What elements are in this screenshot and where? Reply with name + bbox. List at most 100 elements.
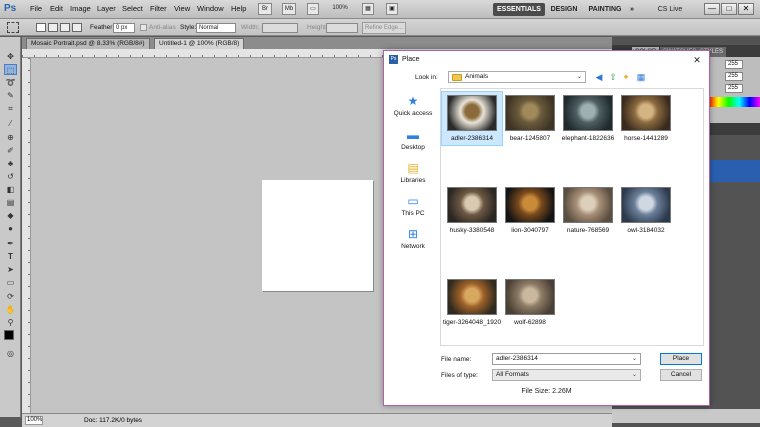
intersect-selection-icon[interactable] — [72, 23, 82, 32]
menu-select[interactable]: Select — [122, 4, 143, 13]
file-item[interactable]: nature-768569 — [558, 184, 618, 237]
hand-tool-icon[interactable]: ✋ — [4, 304, 17, 315]
file-name-value: adler-2386314 — [496, 355, 538, 362]
file-item[interactable]: lion-3040797 — [500, 184, 560, 237]
file-thumbnail — [447, 279, 497, 315]
menu-layer[interactable]: Layer — [97, 4, 116, 13]
place-desktop[interactable]: ▬ Desktop — [388, 128, 438, 151]
file-name-input[interactable]: adler-2386314 ⌄ — [492, 353, 641, 365]
file-item[interactable]: tiger-3264048_1920 — [442, 276, 502, 329]
close-button[interactable]: ✕ — [738, 3, 754, 15]
zoom-level[interactable]: 100% — [328, 3, 352, 15]
menu-image[interactable]: Image — [70, 4, 91, 13]
menu-window[interactable]: Window — [197, 4, 224, 13]
pen-tool-icon[interactable]: ✒ — [4, 238, 17, 249]
network-icon: ⊞ — [407, 227, 419, 241]
document-canvas[interactable] — [262, 180, 373, 291]
photoshop-app-icon: Ps — [389, 55, 398, 64]
look-in-select[interactable]: Animals ⌄ — [448, 71, 586, 83]
move-tool-icon[interactable]: ✥ — [4, 51, 17, 62]
file-item[interactable]: elephant-1822636 — [558, 92, 618, 145]
dialog-close-icon[interactable]: ✕ — [689, 53, 705, 67]
place-quick-access[interactable]: ★ Quick access — [388, 94, 438, 117]
workspace-design[interactable]: DESIGN — [549, 3, 579, 16]
selected-layer-row[interactable] — [706, 160, 760, 182]
3d-rotate-tool-icon[interactable]: ⟳ — [4, 291, 17, 302]
blur-tool-icon[interactable]: ◆ — [4, 210, 17, 221]
chevron-down-icon: ⌄ — [576, 74, 582, 80]
shape-tool-icon[interactable]: ▭ — [4, 277, 17, 288]
place-this-pc[interactable]: ▭ This PC — [388, 194, 438, 217]
up-folder-icon[interactable]: ⇧ — [607, 71, 619, 83]
height-input[interactable] — [326, 23, 358, 33]
chevron-down-icon[interactable]: ⌄ — [632, 354, 637, 364]
workspace-essentials[interactable]: ESSENTIALS — [493, 3, 545, 16]
green-value[interactable]: 255 — [725, 72, 743, 81]
clone-stamp-tool-icon[interactable]: ♣ — [4, 158, 17, 169]
style-select[interactable]: Normal — [196, 23, 236, 33]
antialias-checkbox[interactable] — [140, 24, 147, 31]
menu-view[interactable]: View — [174, 4, 190, 13]
menu-filter[interactable]: Filter — [150, 4, 167, 13]
maximize-button[interactable]: □ — [721, 3, 737, 15]
rectangular-marquee-tool-icon[interactable]: ⬚ — [4, 64, 17, 75]
status-zoom[interactable]: 100% — [25, 416, 43, 425]
arrange-documents-icon[interactable]: ▦ — [362, 3, 374, 15]
file-item[interactable]: husky-3380548 — [442, 184, 502, 237]
dialog-title: Place — [402, 56, 420, 63]
color-spectrum[interactable] — [708, 97, 760, 107]
eraser-tool-icon[interactable]: ◧ — [4, 184, 17, 195]
crop-tool-icon[interactable]: ⌗ — [4, 103, 17, 114]
width-input[interactable] — [262, 23, 298, 33]
red-value[interactable]: 255 — [725, 60, 743, 69]
cancel-button[interactable]: Cancel — [660, 369, 702, 381]
refine-edge-button[interactable]: Refine Edge... — [362, 22, 406, 34]
place-button[interactable]: Place — [660, 353, 702, 365]
file-item[interactable]: adler-2386314 — [441, 91, 503, 146]
file-item[interactable]: owl-3184032 — [616, 184, 676, 237]
brush-tool-icon[interactable]: ✐ — [4, 145, 17, 156]
tab-mosaic-portrait[interactable]: Mosaic Portrait.psd @ 8.33% (RGB/8#) — [26, 38, 150, 49]
spot-healing-tool-icon[interactable]: ⊕ — [4, 132, 17, 143]
quick-mask-icon[interactable]: ◎ — [4, 348, 17, 359]
marquee-tool-preset-icon[interactable] — [7, 22, 19, 33]
eyedropper-tool-icon[interactable]: ⁄ — [4, 118, 17, 129]
subtract-selection-icon[interactable] — [60, 23, 70, 32]
history-brush-tool-icon[interactable]: ↺ — [4, 171, 17, 182]
bridge-icon[interactable]: Br — [258, 3, 272, 15]
workspace-painting[interactable]: PAINTING — [586, 3, 624, 16]
cs-live-button[interactable]: CS Live — [650, 3, 690, 16]
file-type-select[interactable]: All Formats ⌄ — [492, 369, 641, 381]
menu-help[interactable]: Help — [231, 4, 246, 13]
menu-edit[interactable]: Edit — [50, 4, 63, 13]
gradient-tool-icon[interactable]: ▤ — [4, 197, 17, 208]
new-selection-icon[interactable] — [36, 23, 46, 32]
file-item[interactable]: wolf-62898 — [500, 276, 560, 329]
menu-file[interactable]: File — [30, 4, 42, 13]
lasso-tool-icon[interactable]: ➰ — [4, 77, 17, 88]
view-menu-icon[interactable]: ▦ — [633, 71, 649, 83]
type-tool-icon[interactable]: T — [4, 251, 17, 262]
hand-view-icon[interactable]: ▭ — [307, 3, 319, 15]
path-selection-tool-icon[interactable]: ➤ — [4, 264, 17, 275]
dodge-tool-icon[interactable]: ● — [4, 223, 17, 234]
width-label: Width: — [241, 24, 260, 31]
new-folder-icon[interactable]: ✦ — [620, 71, 632, 83]
more-workspaces-icon[interactable]: » — [627, 3, 637, 16]
file-item[interactable]: bear-1245807 — [500, 92, 560, 145]
file-item[interactable]: horse-1441289 — [616, 92, 676, 145]
blue-value[interactable]: 255 — [725, 84, 743, 93]
add-selection-icon[interactable] — [48, 23, 58, 32]
mini-bridge-icon[interactable]: Mb — [282, 3, 296, 15]
place-libraries[interactable]: ▤ Libraries — [388, 161, 438, 184]
zoom-tool-icon[interactable]: ⚲ — [4, 317, 17, 328]
screen-mode-icon[interactable]: ▣ — [386, 3, 398, 15]
tab-untitled-1[interactable]: Untitled-1 @ 100% (RGB/8) — [154, 38, 245, 49]
minimize-button[interactable]: — — [704, 3, 720, 15]
back-icon[interactable]: ◀ — [593, 71, 605, 83]
foreground-color-swatch[interactable] — [4, 330, 14, 340]
file-thumbnail — [563, 187, 613, 223]
feather-input[interactable]: 0 px — [113, 23, 135, 33]
quick-selection-tool-icon[interactable]: ✎ — [4, 90, 17, 101]
place-network[interactable]: ⊞ Network — [388, 227, 438, 250]
